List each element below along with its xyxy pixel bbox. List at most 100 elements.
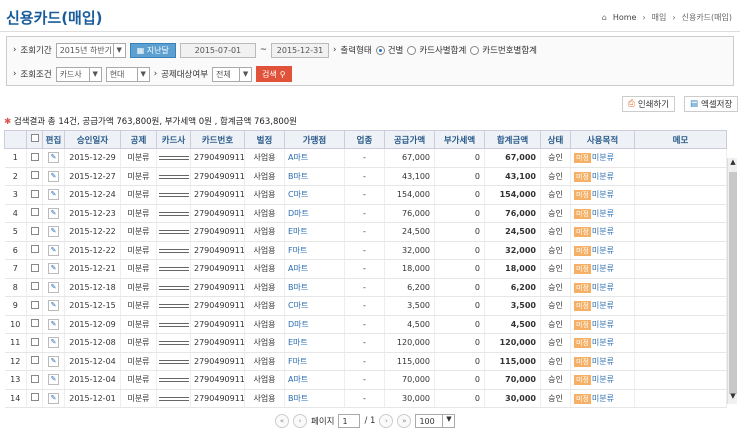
pencil-icon[interactable]: ✎: [48, 244, 59, 256]
pencil-icon[interactable]: ✎: [48, 392, 59, 404]
first-page-icon[interactable]: «: [275, 414, 289, 428]
scroll-down-icon[interactable]: ▼: [728, 392, 738, 404]
purpose-cell[interactable]: 미정 미분류: [570, 278, 635, 297]
prev-page-icon[interactable]: ‹: [293, 414, 307, 428]
table-row[interactable]: 3✎2015-12-24미분류27904909114-사업용C마트-154,00…: [4, 185, 727, 205]
table-scrollbar[interactable]: ▲ ▼: [727, 158, 737, 404]
purpose-value[interactable]: 미분류: [592, 283, 614, 292]
row-checkbox-cell[interactable]: [26, 370, 43, 390]
table-row[interactable]: 10✎2015-12-09미분류27904909114-사업용D마트-4,500…: [4, 315, 727, 334]
row-checkbox[interactable]: [30, 282, 39, 291]
edit-cell[interactable]: ✎: [42, 389, 65, 408]
radio-per-item[interactable]: 건별: [375, 44, 403, 56]
col-header-vat[interactable]: 부가세액: [434, 130, 485, 149]
table-row[interactable]: 8✎2015-12-18미분류27904909114-사업용B마트-6,2000…: [4, 278, 727, 297]
row-checkbox-cell[interactable]: [26, 315, 43, 334]
merchant-link[interactable]: D마트: [284, 204, 345, 223]
merchant-link[interactable]: C마트: [284, 185, 345, 205]
row-checkbox[interactable]: [30, 263, 39, 272]
row-checkbox-cell[interactable]: [26, 185, 43, 205]
table-row[interactable]: 6✎2015-12-22미분류27904909114-사업용F마트-32,000…: [4, 241, 727, 260]
row-checkbox[interactable]: [30, 356, 39, 365]
search-button[interactable]: 검색 ⚲: [256, 66, 292, 82]
col-header-select[interactable]: [26, 130, 43, 149]
row-checkbox-cell[interactable]: [26, 352, 43, 371]
purpose-cell[interactable]: 미정 미분류: [570, 389, 635, 408]
memo-cell[interactable]: [634, 204, 727, 223]
pencil-icon[interactable]: ✎: [48, 318, 59, 330]
col-header-date[interactable]: 승인일자: [64, 130, 121, 149]
breadcrumb-parent[interactable]: 매입: [652, 12, 667, 23]
row-checkbox-cell[interactable]: [26, 241, 43, 260]
purpose-cell[interactable]: 미정 미분류: [570, 370, 635, 390]
memo-cell[interactable]: [634, 278, 727, 297]
purpose-cell[interactable]: 미정 미분류: [570, 333, 635, 353]
purpose-cell[interactable]: 미정 미분류: [570, 222, 635, 242]
deduct-select[interactable]: 전체 ▼: [212, 66, 253, 82]
memo-cell[interactable]: [634, 352, 727, 371]
purpose-cell[interactable]: 미정 미분류: [570, 352, 635, 371]
excel-save-button[interactable]: ▤ 엑셀저장: [684, 96, 739, 112]
purpose-value[interactable]: 미분류: [592, 320, 614, 329]
per-page-select[interactable]: 100 ▼: [415, 414, 456, 428]
pencil-icon[interactable]: ✎: [48, 300, 59, 312]
row-checkbox[interactable]: [30, 208, 39, 217]
merchant-link[interactable]: F마트: [284, 241, 345, 260]
purpose-cell[interactable]: 미정 미분류: [570, 167, 635, 186]
purpose-value[interactable]: 미분류: [592, 246, 614, 255]
col-header-memo[interactable]: 메모: [634, 130, 727, 149]
edit-cell[interactable]: ✎: [42, 315, 65, 334]
col-header-deduct[interactable]: 공제: [120, 130, 157, 149]
edit-cell[interactable]: ✎: [42, 333, 65, 353]
purpose-value[interactable]: 미분류: [592, 338, 614, 347]
memo-cell[interactable]: [634, 315, 727, 334]
row-checkbox[interactable]: [30, 152, 39, 161]
col-header-total[interactable]: 합계금액: [484, 130, 541, 149]
purpose-cell[interactable]: 미정 미분류: [570, 148, 635, 168]
pencil-icon[interactable]: ✎: [48, 374, 59, 386]
radio-by-card-company[interactable]: 카드사별합계: [407, 44, 466, 56]
purpose-value[interactable]: 미분류: [592, 190, 614, 199]
home-icon[interactable]: ⌂: [602, 13, 607, 22]
purpose-cell[interactable]: 미정 미분류: [570, 296, 635, 316]
table-row[interactable]: 14✎2015-12-01미분류27904909114-사업용B마트-30,00…: [4, 389, 727, 408]
col-header-supply[interactable]: 공급가액: [384, 130, 435, 149]
merchant-link[interactable]: E마트: [284, 222, 345, 242]
pencil-icon[interactable]: ✎: [48, 226, 59, 238]
condition-select[interactable]: 카드사 ▼: [55, 66, 102, 82]
pencil-icon[interactable]: ✎: [48, 281, 59, 293]
memo-cell[interactable]: [634, 296, 727, 316]
table-row[interactable]: 1✎2015-12-29미분류27904909114-사업용A마트-67,000…: [4, 148, 727, 168]
date-to-field[interactable]: 2015-12-31: [271, 42, 330, 58]
edit-cell[interactable]: ✎: [42, 204, 65, 223]
purpose-value[interactable]: 미분류: [592, 153, 614, 162]
col-header-category[interactable]: 벌정: [244, 130, 285, 149]
purpose-cell[interactable]: 미정 미분류: [570, 204, 635, 223]
row-checkbox[interactable]: [30, 300, 39, 309]
date-from-field[interactable]: 2015-07-01: [179, 42, 256, 58]
purpose-value[interactable]: 미분류: [592, 227, 614, 236]
col-header-card-number[interactable]: 카드번호: [190, 130, 245, 149]
table-row[interactable]: 11✎2015-12-08미분류27904909114-사업용E마트-120,0…: [4, 333, 727, 353]
purpose-value[interactable]: 미분류: [592, 394, 614, 403]
last-page-icon[interactable]: »: [397, 414, 412, 428]
row-checkbox-cell[interactable]: [26, 333, 43, 353]
purpose-cell[interactable]: 미정 미분류: [570, 241, 635, 260]
col-header-purpose[interactable]: 사용목적: [570, 130, 635, 149]
row-checkbox[interactable]: [30, 245, 39, 254]
row-checkbox-cell[interactable]: [26, 278, 43, 297]
col-header-industry[interactable]: 업종: [344, 130, 385, 149]
merchant-link[interactable]: B마트: [284, 278, 345, 297]
edit-cell[interactable]: ✎: [42, 241, 65, 260]
row-checkbox-cell[interactable]: [26, 389, 43, 408]
col-header-card-company[interactable]: 카드사: [156, 130, 191, 149]
merchant-link[interactable]: D마트: [284, 315, 345, 334]
merchant-link[interactable]: A마트: [284, 370, 345, 390]
table-row[interactable]: 5✎2015-12-22미분류27904909114-사업용E마트-24,500…: [4, 222, 727, 242]
memo-cell[interactable]: [634, 185, 727, 205]
col-header-merchant[interactable]: 가맹점: [284, 130, 345, 149]
breadcrumb-home[interactable]: Home: [613, 13, 637, 22]
pencil-icon[interactable]: ✎: [48, 170, 59, 182]
table-row[interactable]: 7✎2015-12-21미분류27904909114-사업용A마트-18,000…: [4, 259, 727, 279]
page-input[interactable]: 1: [338, 414, 361, 428]
